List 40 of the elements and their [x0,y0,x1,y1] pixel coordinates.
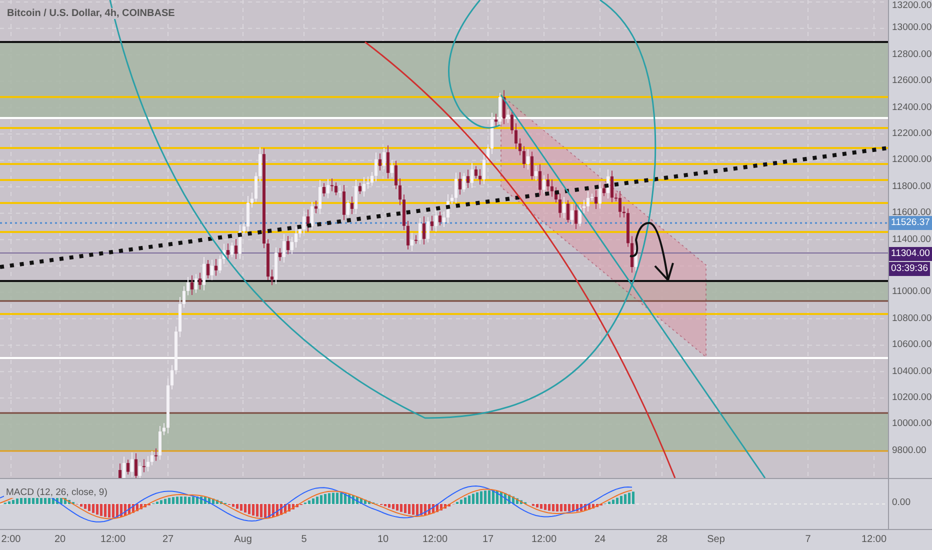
time-label: 28 [656,534,668,545]
price-label: 10000.00 [892,418,932,430]
price-label: 13200.00 [892,0,932,12]
time-label: 12:00 [422,534,448,545]
price-label: 10400.00 [892,366,932,378]
price-label: 11600.00 [892,207,931,218]
time-label: 7 [805,534,811,545]
last-price-label: 11526.37 [889,216,932,230]
time-label: 24 [594,534,606,545]
time-label: 27 [162,534,174,545]
time-label: 17 [482,534,494,545]
time-label: 2:00 [1,534,21,545]
countdown-label: 03:39:36 [889,262,930,276]
time-label: 5 [301,534,307,545]
price-label: 10800.00 [892,312,932,325]
time-label: 10 [377,534,389,545]
time-label: 12:00 [861,534,887,545]
time-label: Sep [707,534,725,545]
price-label: 10200.00 [892,392,932,404]
price-marker-label: 11304.00 [889,247,932,261]
price-label: 12600.00 [892,75,932,88]
price-label: 12000.00 [892,154,932,166]
time-label: 20 [54,534,66,545]
indicator-label: MACD (12, 26, close, 9) [4,487,110,498]
price-label: 11400.00 [892,234,931,246]
chart-title: Bitcoin / U.S. Dollar, 4h, COINBASE [5,8,177,19]
time-label: Aug [234,534,252,545]
price-label: 12800.00 [892,48,932,61]
price-label: 10600.00 [892,339,932,352]
macd-zero-label: 0.00 [892,497,910,509]
curved-arrow-drawing [630,222,674,282]
price-label: 12400.00 [892,102,932,114]
price-label: 11800.00 [892,180,931,193]
price-label: 13000.00 [892,22,932,34]
price-chart[interactable]: Bitcoin / U.S. Dollar, 4h, COINBASE [0,0,888,478]
price-label: 11000.00 [892,286,931,298]
time-label: 12:00 [531,534,557,545]
price-label: 9800.00 [892,444,926,457]
time-label: 12:00 [100,534,126,545]
price-label: 12200.00 [892,128,932,140]
